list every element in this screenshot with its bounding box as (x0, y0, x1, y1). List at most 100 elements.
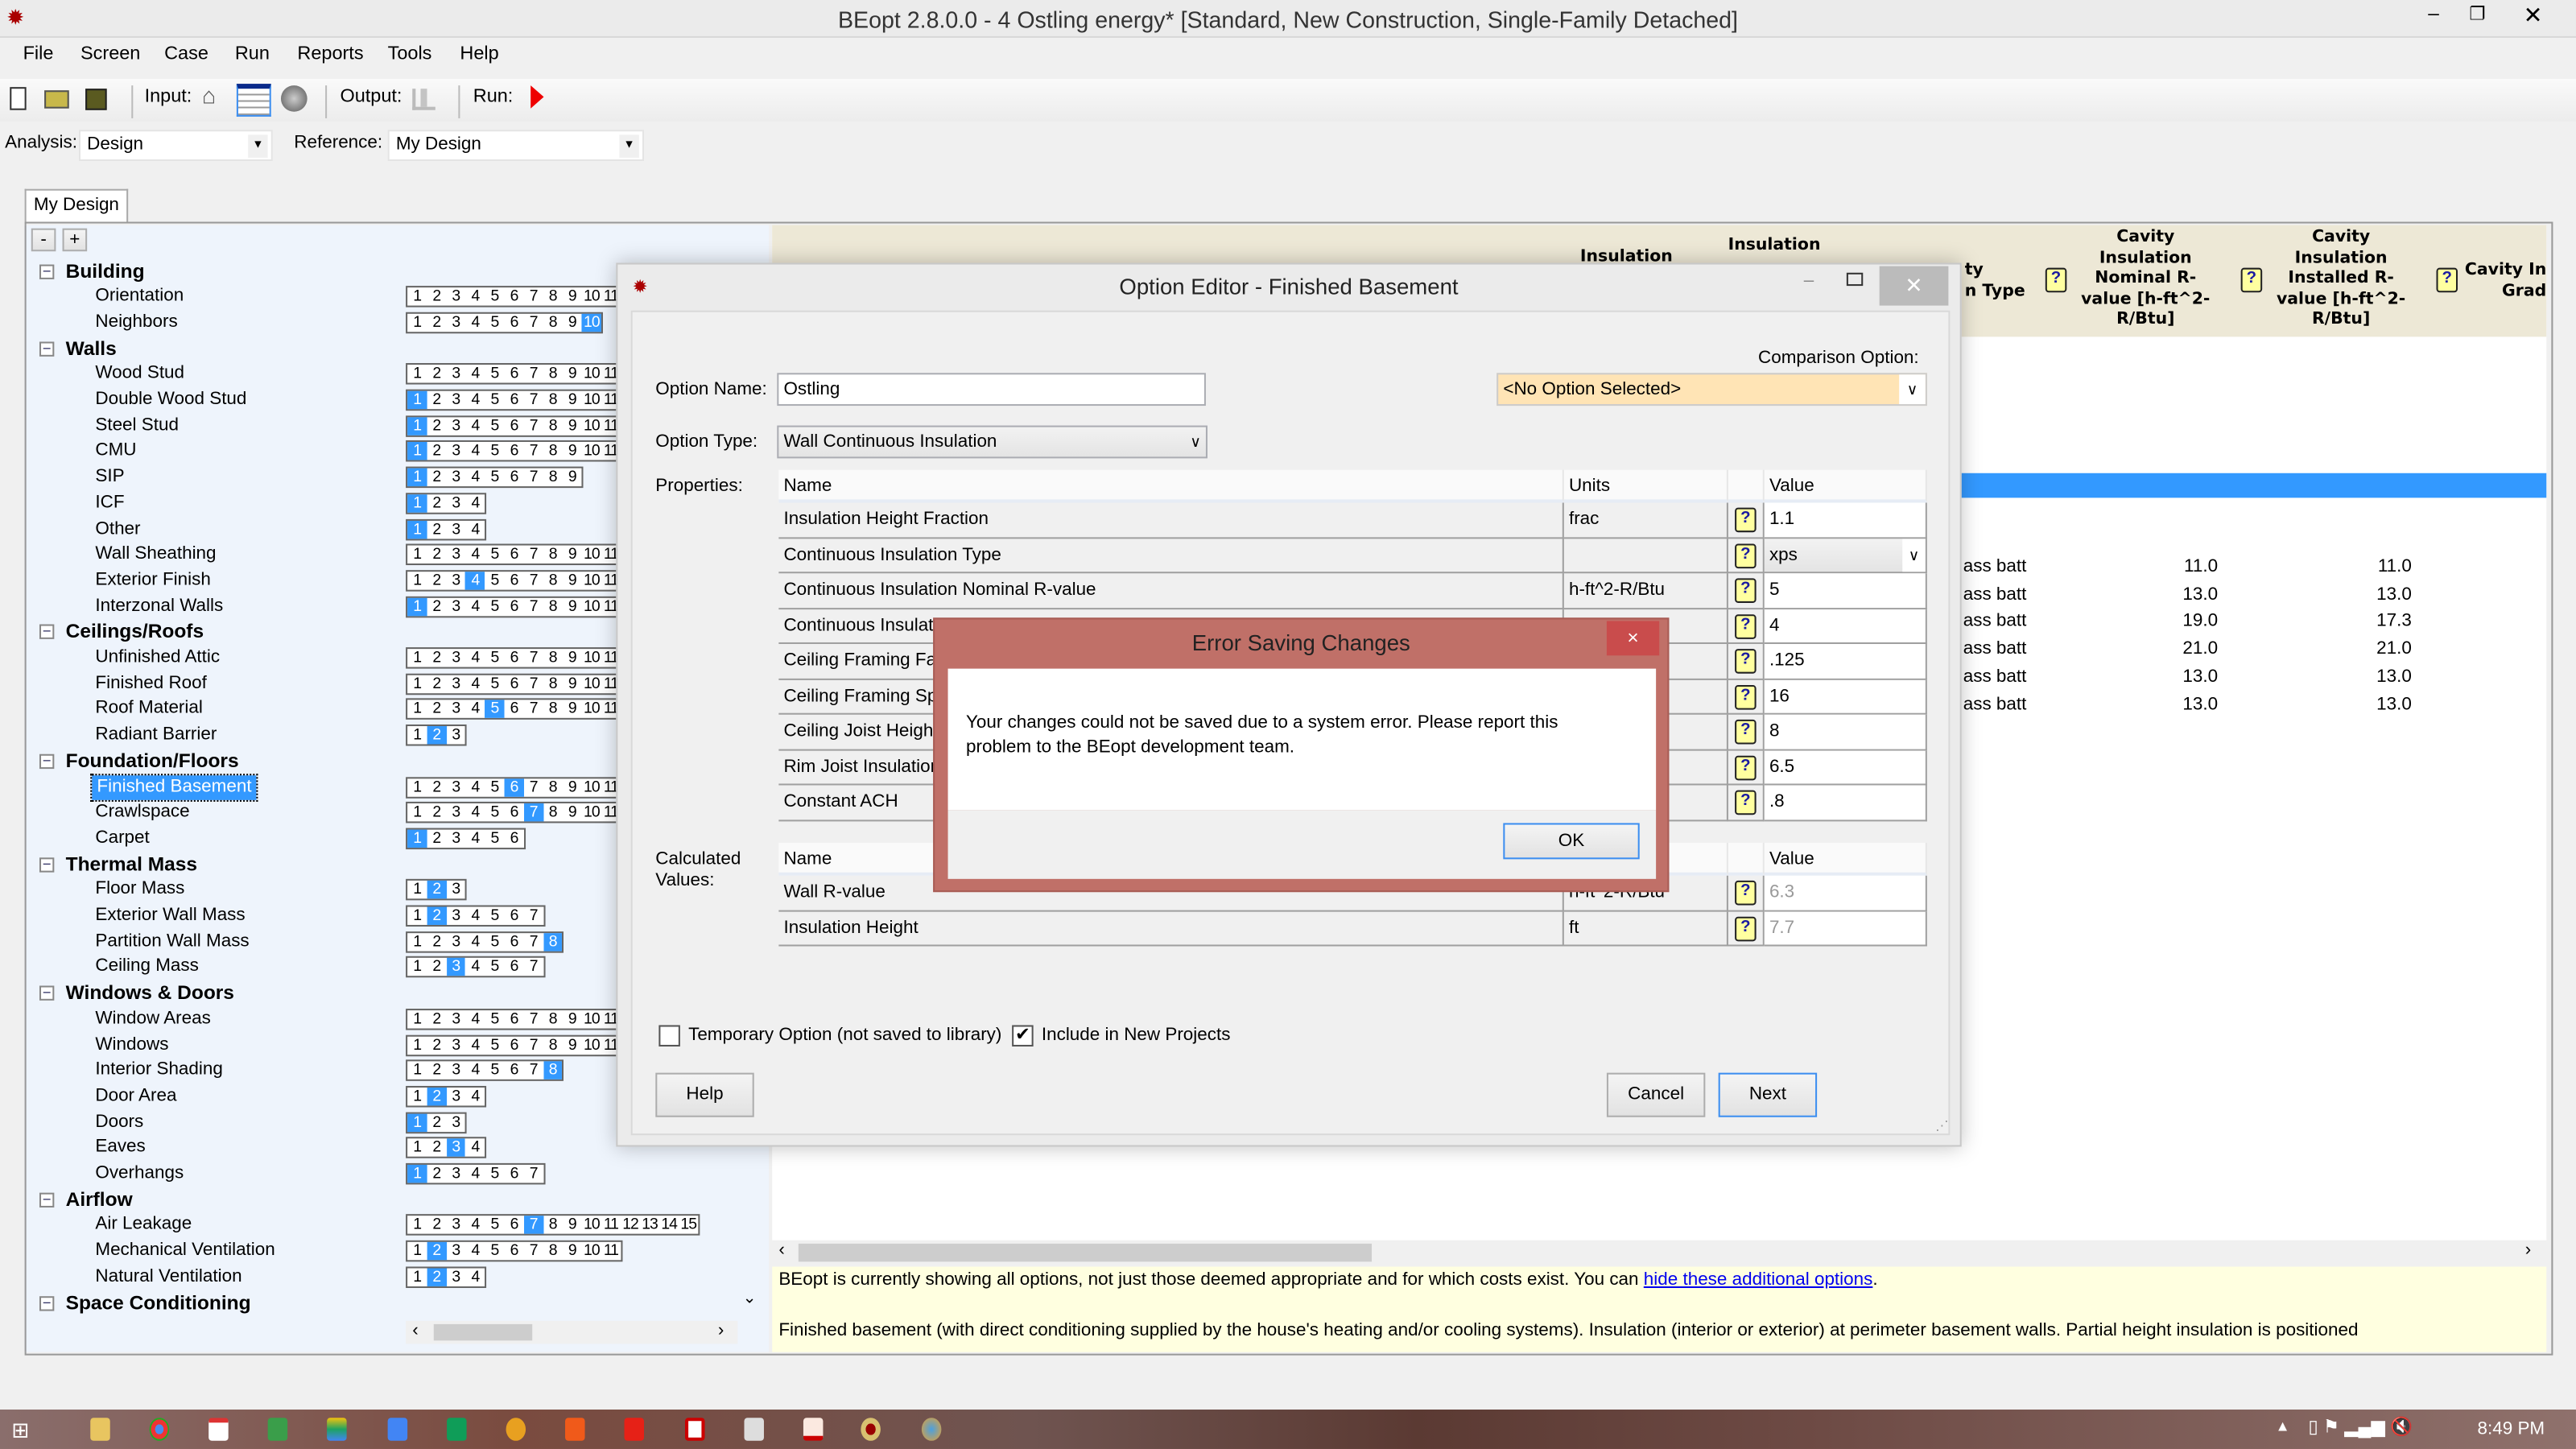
help-icon[interactable]: ? (1735, 649, 1757, 674)
option-cell[interactable]: 2 (427, 1036, 446, 1054)
tree-item[interactable]: Doors (95, 1110, 143, 1136)
option-cell[interactable]: 2 (427, 881, 447, 899)
option-cell[interactable]: 9 (563, 1216, 582, 1234)
menu-run[interactable]: Run (235, 44, 270, 64)
hide-options-link[interactable]: hide these additional options (1644, 1270, 1873, 1290)
option-cell[interactable]: 1 (407, 1088, 427, 1105)
option-cell[interactable]: 5 (485, 1216, 504, 1234)
help-icon[interactable]: ? (2436, 267, 2458, 293)
option-cell[interactable]: 15 (679, 1216, 698, 1234)
tree-item[interactable]: Double Wood Stud (95, 388, 246, 414)
option-cell[interactable]: 3 (446, 417, 465, 435)
tree-item[interactable]: Exterior Wall Mass (95, 903, 245, 929)
option-cell[interactable]: 2 (427, 778, 446, 795)
option-cell[interactable]: 6 (504, 546, 523, 564)
tab-my-design[interactable]: My Design (24, 188, 129, 224)
help-icon[interactable]: ? (1735, 613, 1757, 638)
option-cell[interactable]: 5 (485, 959, 504, 976)
help-icon[interactable]: ? (1735, 719, 1757, 745)
tree-item[interactable]: Carpet (95, 826, 149, 852)
option-cell[interactable]: 6 (504, 959, 523, 976)
option-cell[interactable]: 8 (543, 803, 563, 821)
option-cell[interactable]: 8 (543, 443, 563, 460)
option-cell[interactable]: 1 (407, 365, 427, 383)
option-cell[interactable]: 2 (427, 1113, 446, 1131)
option-selector[interactable]: 1 2 3 4 5 6 7 8 9 10 11 (406, 569, 622, 592)
option-cell[interactable]: 2 (427, 494, 446, 512)
option-cell[interactable]: 4 (465, 494, 485, 512)
option-cell[interactable]: 2 (427, 391, 446, 409)
option-cell[interactable]: 1 (407, 881, 427, 898)
file-explorer-icon[interactable] (90, 1418, 110, 1441)
option-cell[interactable]: 4 (465, 1216, 485, 1234)
option-cell[interactable]: 6 (504, 1165, 523, 1183)
help-icon[interactable]: ? (2045, 267, 2067, 293)
tree-section[interactable]: Building (66, 258, 145, 284)
option-selector[interactable]: 12345678 (406, 1059, 564, 1082)
option-cell[interactable]: 8 (543, 649, 563, 667)
option-cell[interactable]: 9 (563, 778, 582, 795)
show-hidden-icons[interactable]: ▲ (2276, 1418, 2290, 1434)
tree-item[interactable]: Radiant Barrier (95, 723, 217, 749)
option-selector[interactable]: 1 2 3 4 5 6 7 8 9 10 11 (406, 673, 622, 695)
option-cell[interactable]: 1 (407, 390, 427, 410)
option-cell[interactable]: 6 (504, 469, 523, 486)
option-cell[interactable]: 2 (427, 1010, 446, 1028)
option-cell[interactable]: 3 (446, 958, 466, 977)
option-cell[interactable]: 2 (427, 417, 446, 435)
tree-item[interactable]: Wall Sheathing (95, 543, 216, 568)
option-cell[interactable]: 1 (407, 1139, 427, 1157)
option-cell[interactable]: 4 (465, 417, 485, 435)
option-selector[interactable]: 1234 (406, 1085, 487, 1108)
tree-item[interactable]: Ceiling Mass (95, 956, 199, 981)
option-cell[interactable]: 4 (465, 959, 485, 976)
option-cell[interactable]: 4 (465, 1010, 485, 1028)
property-value[interactable]: 4 (1764, 609, 1927, 644)
option-cell[interactable]: 1 (407, 1216, 427, 1234)
option-cell[interactable]: 8 (543, 314, 563, 332)
option-cell[interactable]: 3 (446, 907, 465, 925)
option-cell[interactable]: 9 (563, 1010, 582, 1028)
scroll-down-icon[interactable]: ⌄ (742, 1290, 756, 1307)
option-cell[interactable]: 5 (485, 417, 504, 435)
option-cell[interactable]: 6 (504, 288, 523, 306)
option-cell[interactable]: 3 (446, 288, 465, 306)
option-cell[interactable]: 6 (504, 778, 524, 796)
option-cell[interactable]: 4 (465, 1088, 485, 1105)
option-cell[interactable]: 1 (407, 675, 427, 692)
option-cell[interactable]: 9 (563, 700, 582, 718)
option-cell[interactable]: 5 (485, 572, 504, 589)
option-name-input[interactable]: Ostling (777, 373, 1206, 407)
option-cell[interactable]: 9 (563, 443, 582, 460)
tree-item[interactable]: Air Leakage (95, 1213, 192, 1239)
option-cell[interactable]: 5 (485, 314, 504, 332)
tree-item[interactable]: Overhangs (95, 1162, 184, 1187)
property-value[interactable]: 6.5 (1764, 749, 1927, 786)
help-icon[interactable]: ? (1735, 790, 1757, 815)
help-button[interactable]: Help (655, 1072, 754, 1117)
option-cell[interactable]: 10 (582, 417, 601, 435)
menu-case[interactable]: Case (164, 44, 208, 64)
option-cell[interactable]: 2 (427, 906, 447, 925)
comparison-option-select[interactable]: <No Option Selected> ∨ (1496, 373, 1927, 407)
option-cell[interactable]: 3 (446, 391, 465, 409)
include-new-projects-checkbox[interactable]: ✔ (1012, 1025, 1034, 1046)
next-button[interactable]: Next (1718, 1072, 1818, 1117)
option-cell[interactable]: 10 (582, 572, 601, 589)
chart-icon[interactable] (412, 89, 436, 110)
help-icon[interactable]: ? (1735, 880, 1757, 906)
option-cell[interactable]: 9 (563, 675, 582, 692)
option-cell[interactable]: 7 (524, 700, 543, 718)
option-cell[interactable]: 8 (543, 700, 563, 718)
option-selector[interactable]: 12345678 (406, 931, 564, 953)
beopt-icon[interactable] (861, 1418, 881, 1441)
option-cell[interactable]: 1 (407, 700, 427, 718)
option-cell[interactable]: 9 (563, 649, 582, 667)
option-cell[interactable]: 5 (485, 907, 504, 925)
option-cell[interactable]: 8 (543, 1036, 563, 1054)
option-selector[interactable]: 1 2 3 4 5 6 7 8 9 10 (406, 312, 603, 334)
option-cell[interactable]: 3 (446, 829, 465, 847)
gmail-icon[interactable] (208, 1418, 229, 1441)
tree-item[interactable]: Steel Stud (95, 414, 179, 440)
collapse-all-button[interactable]: - (31, 228, 56, 252)
